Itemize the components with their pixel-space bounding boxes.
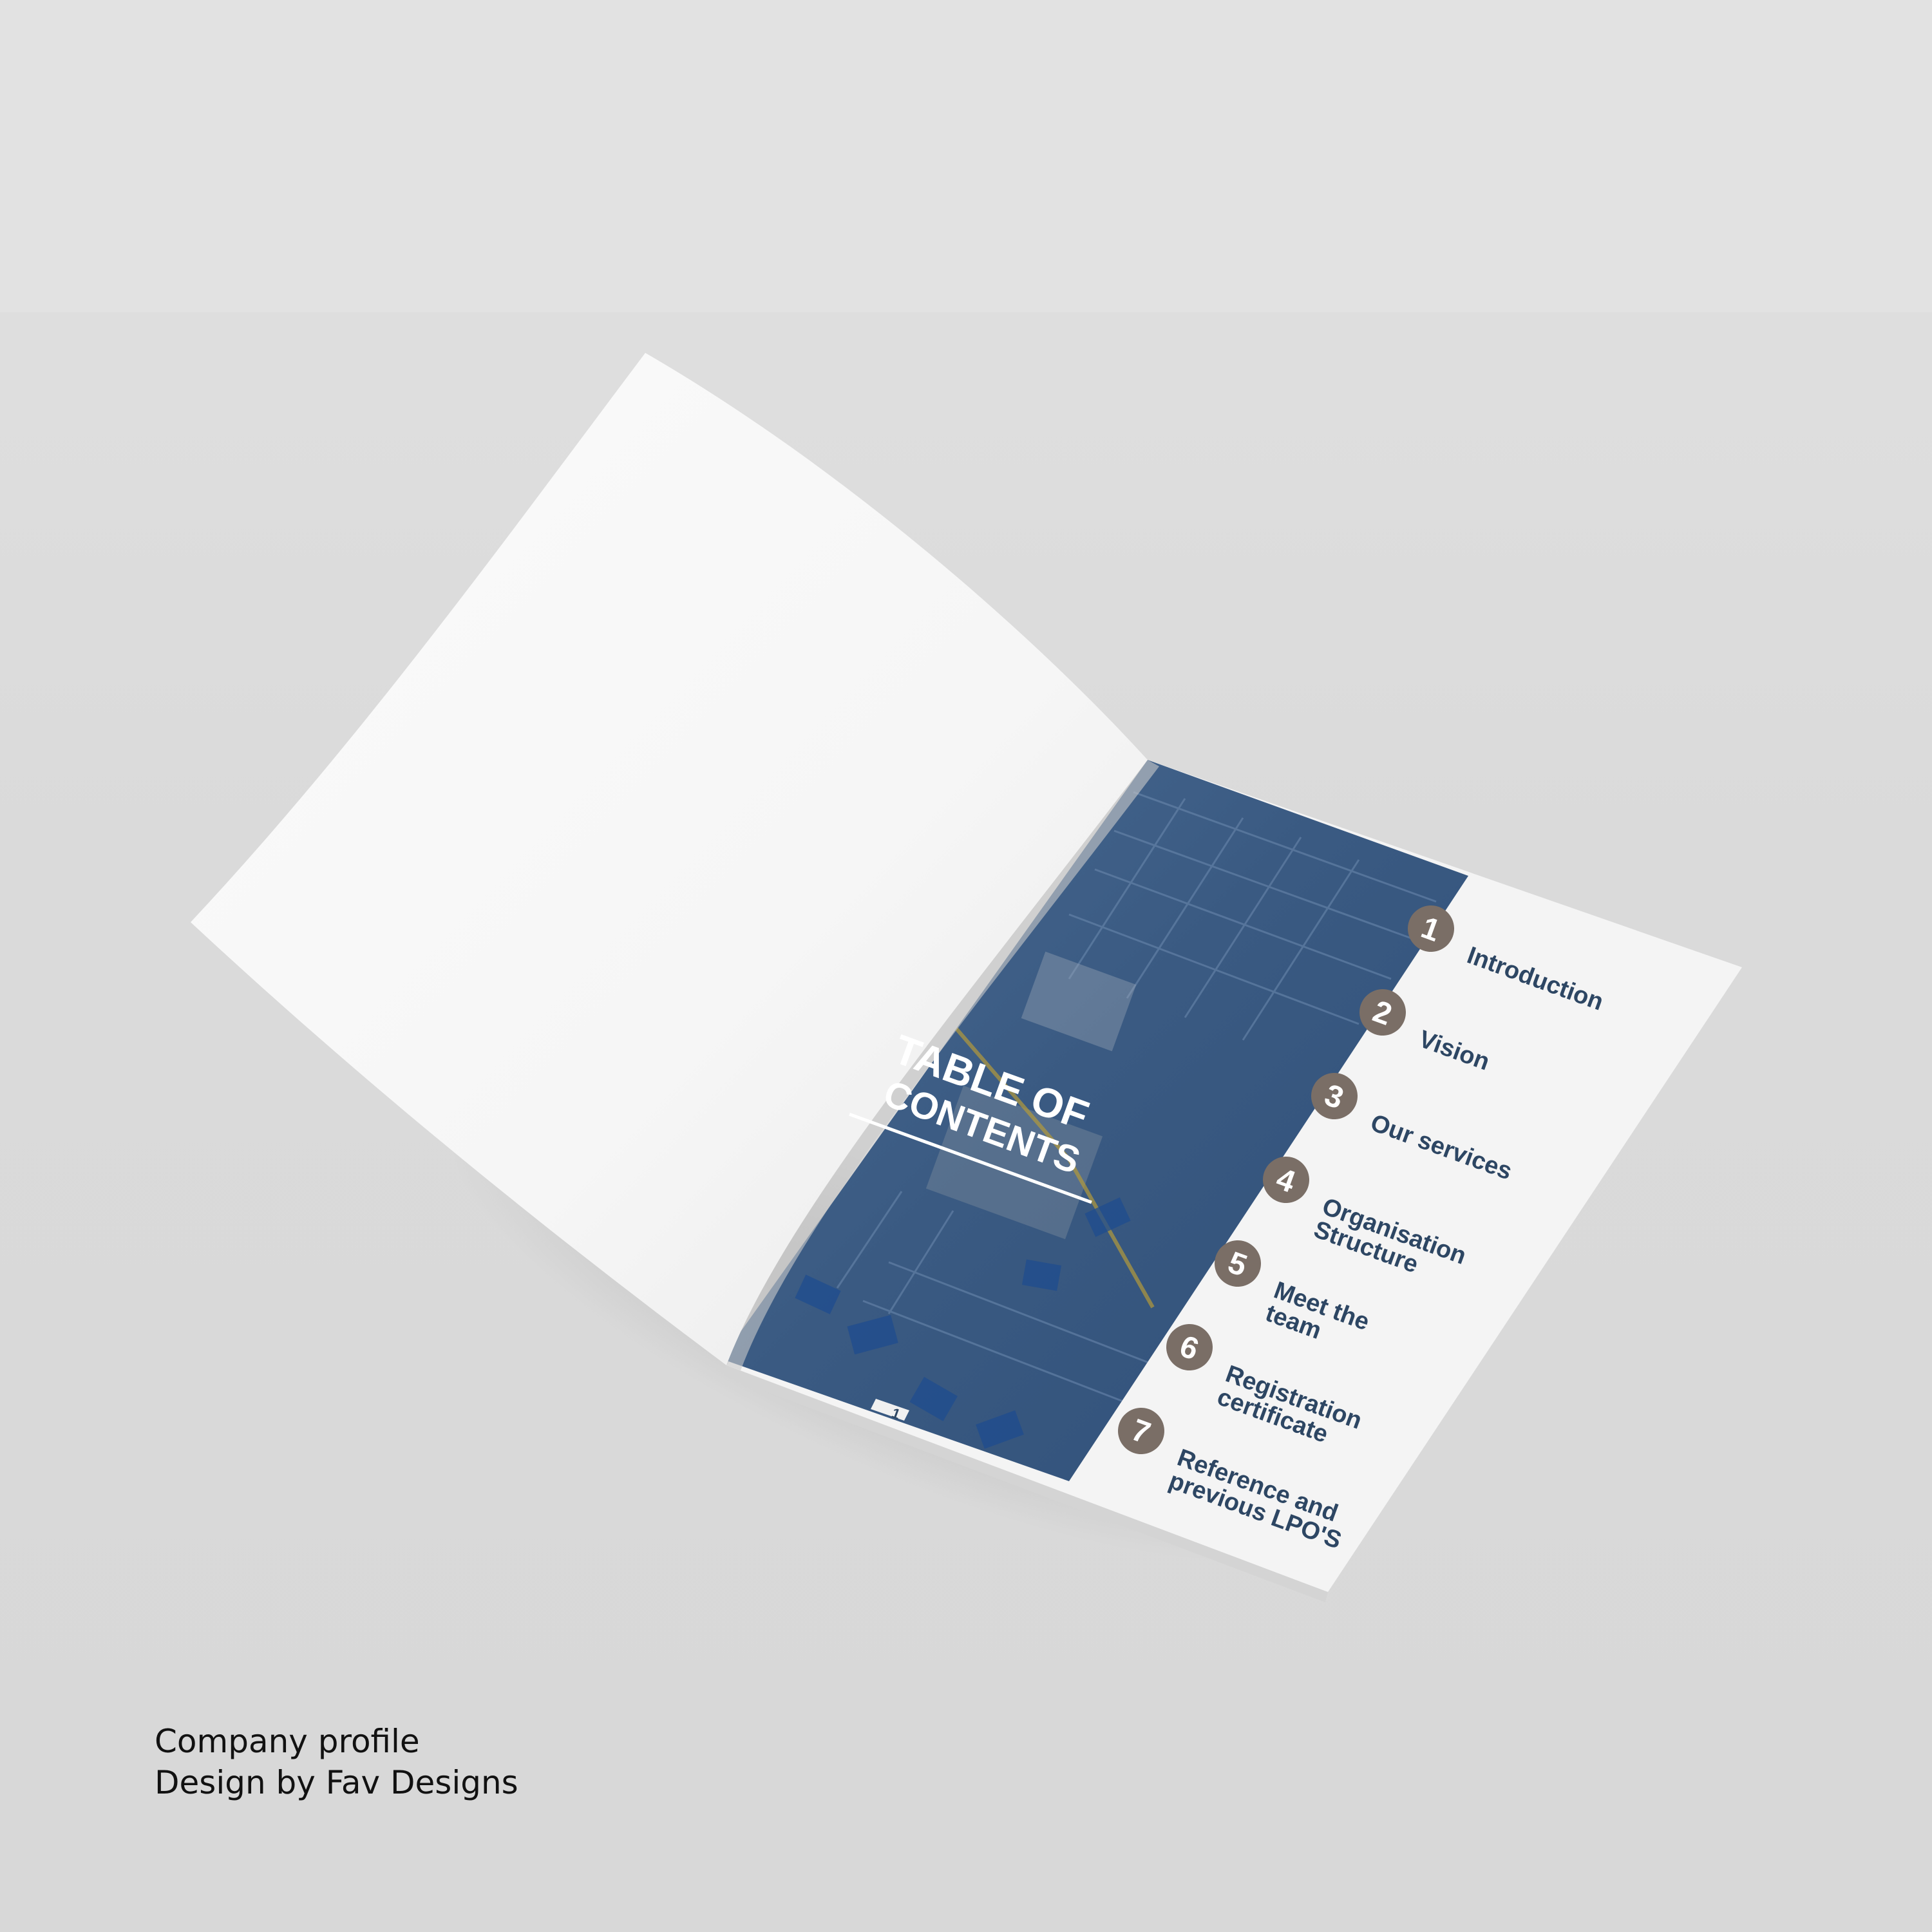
caption-line2: Design by Fav Designs xyxy=(155,1764,518,1801)
caption-line1: Company profile xyxy=(155,1723,420,1760)
brochure-mockup: TABLE OF CONTENTS 1 1Introduction2Vision… xyxy=(191,353,1742,1602)
caption: Company profile Design by Fav Designs xyxy=(155,1721,518,1803)
